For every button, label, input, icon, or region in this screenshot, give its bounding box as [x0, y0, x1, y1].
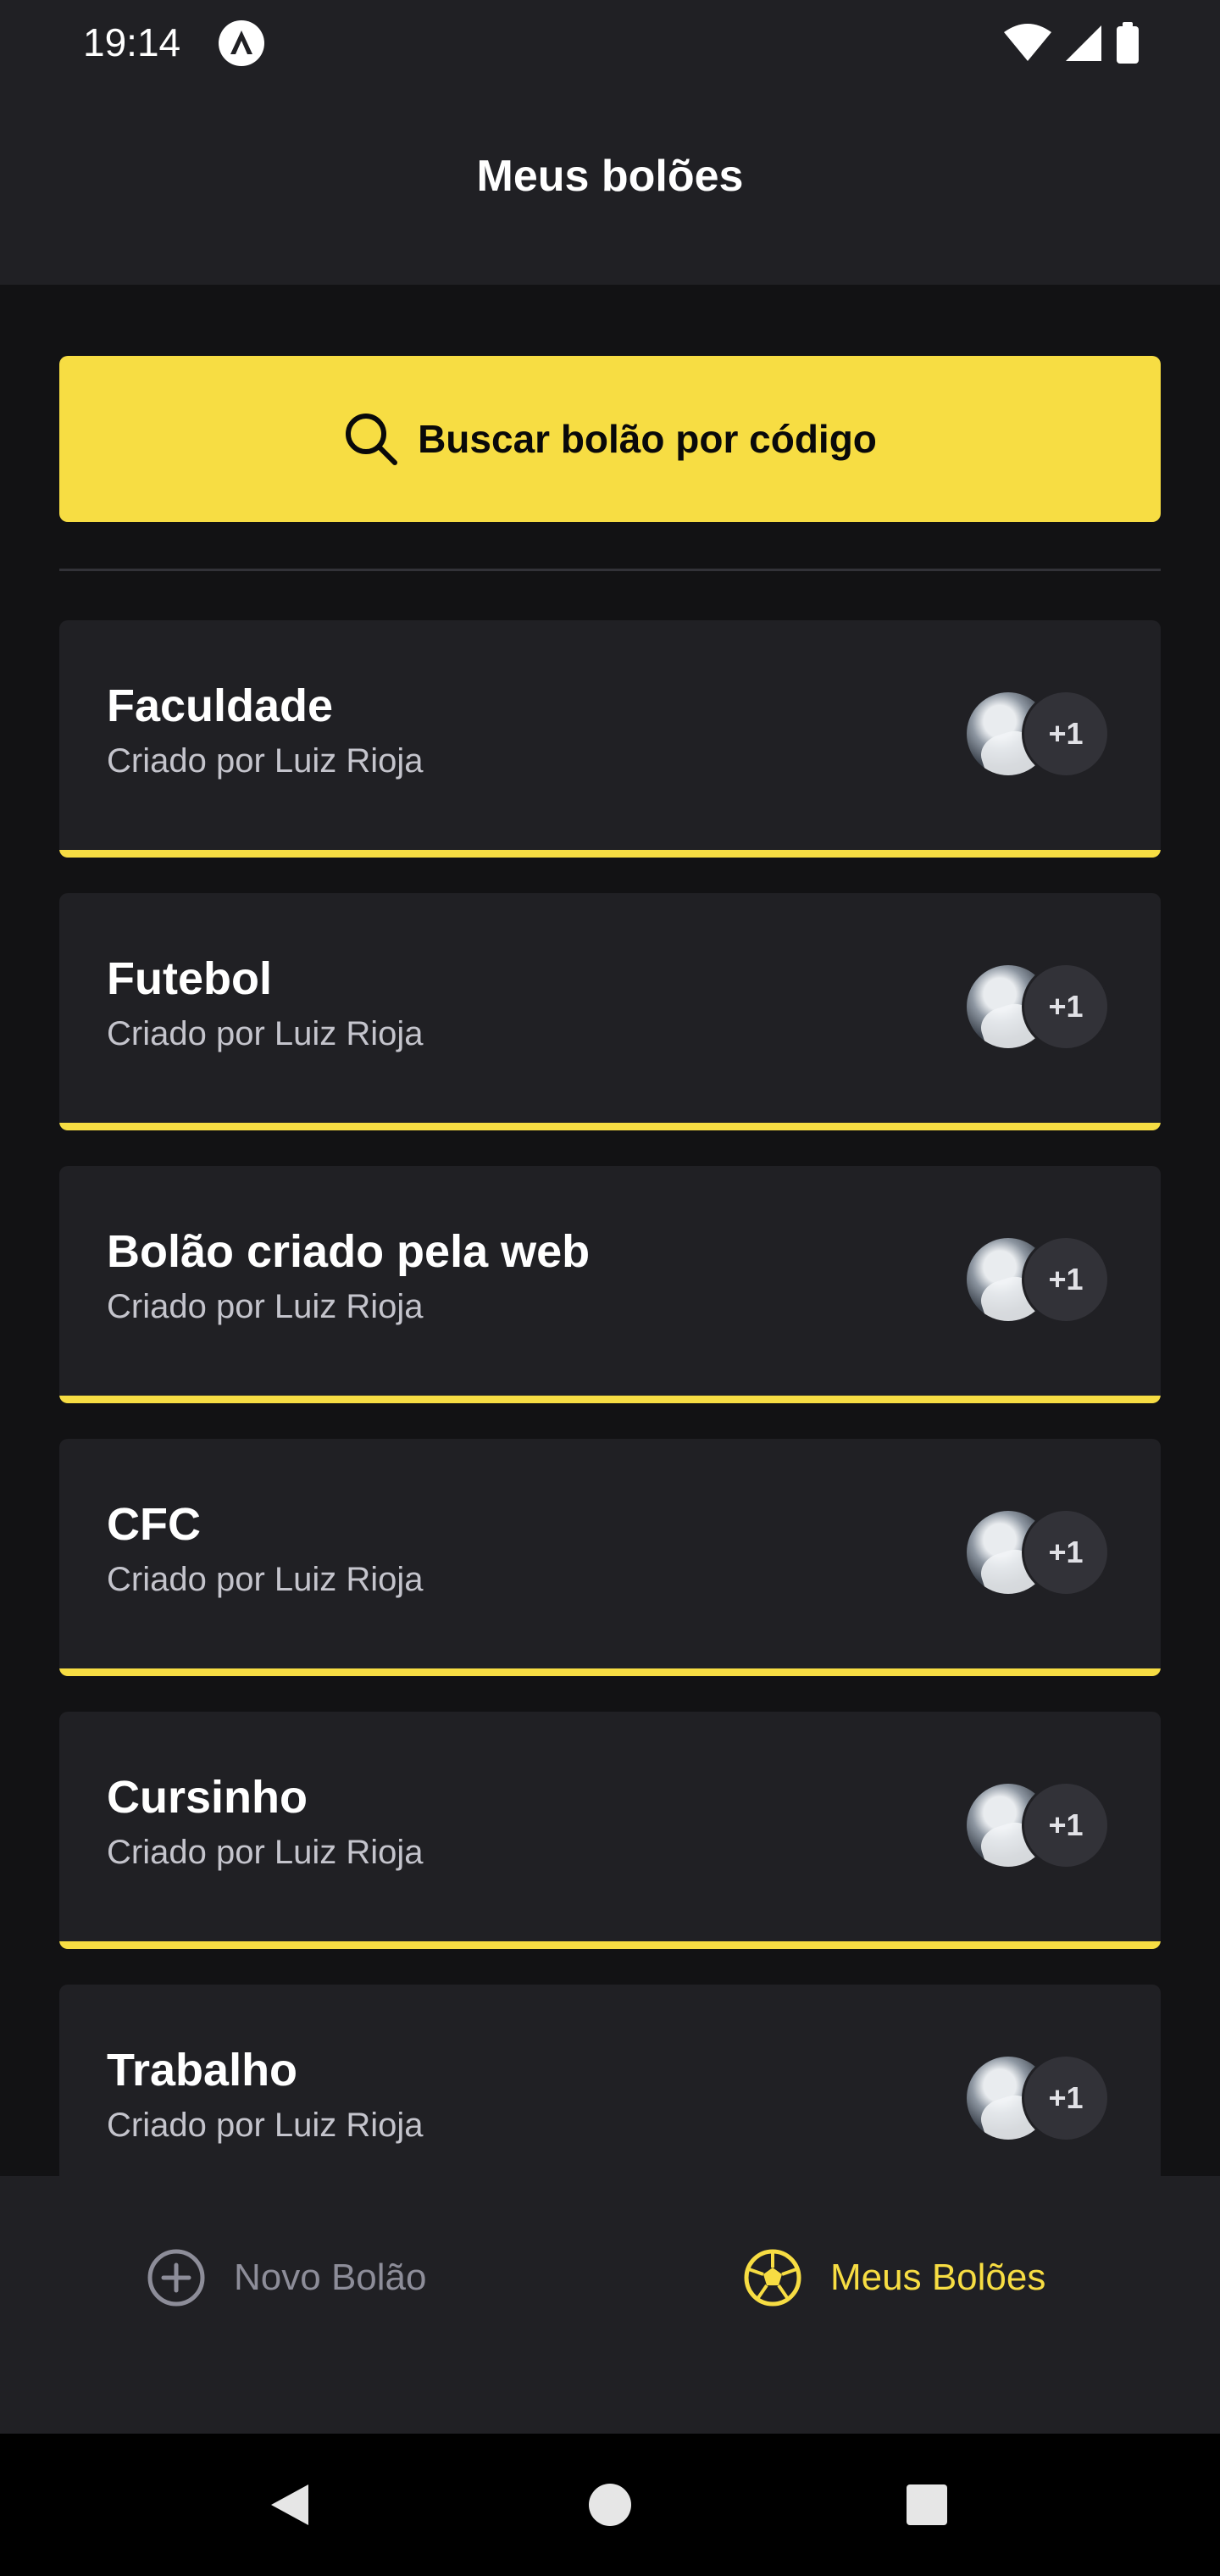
soccer-ball-icon — [744, 2249, 801, 2307]
participants-count: +1 — [1022, 1781, 1110, 1869]
status-icons — [1003, 20, 1140, 66]
status-time: 19:14 — [83, 20, 181, 64]
bottom-tab-bar: Novo Bolão Meus Bolões — [0, 2176, 1220, 2434]
search-pool-button[interactable]: Buscar bolão por código — [59, 356, 1161, 522]
pool-owner: Criado por Luiz Rioja — [107, 2107, 424, 2144]
participants-count: +1 — [1022, 1235, 1110, 1324]
recents-square-icon — [907, 2484, 947, 2525]
participants-group: +1 — [964, 2054, 1110, 2142]
recents-button[interactable] — [876, 2434, 978, 2576]
back-button[interactable] — [239, 2434, 341, 2576]
participants-count: +1 — [1022, 690, 1110, 778]
header: Meus bolões — [0, 85, 1220, 285]
pool-card[interactable]: Trabalho Criado por Luiz Rioja +1 — [59, 1985, 1161, 2176]
pool-owner: Criado por Luiz Rioja — [107, 1015, 424, 1052]
pool-title: Faculdade — [107, 680, 334, 731]
plus-circle-icon — [147, 2249, 205, 2307]
pool-card[interactable]: Bolão criado pela web Criado por Luiz Ri… — [59, 1166, 1161, 1403]
tab-my-pools-label: Meus Bolões — [830, 2257, 1046, 2298]
pool-card[interactable]: CFC Criado por Luiz Rioja +1 — [59, 1439, 1161, 1676]
home-circle-icon — [589, 2484, 631, 2526]
page-title: Meus bolões — [476, 152, 744, 201]
search-pool-label: Buscar bolão por código — [418, 417, 877, 461]
app-notification-icon — [219, 20, 264, 66]
status-bar: 19:14 — [0, 0, 1220, 85]
participants-group: +1 — [964, 1235, 1110, 1324]
search-icon — [346, 414, 398, 465]
divider — [59, 569, 1161, 571]
participants-count: +1 — [1022, 1508, 1110, 1596]
pool-title: Futebol — [107, 953, 272, 1004]
pool-title: Trabalho — [107, 2045, 298, 2096]
pool-owner: Criado por Luiz Rioja — [107, 1288, 424, 1325]
pool-title: CFC — [107, 1499, 201, 1550]
pool-owner: Criado por Luiz Rioja — [107, 742, 424, 780]
pool-list[interactable]: Faculdade Criado por Luiz Rioja +1 Futeb… — [59, 620, 1161, 2176]
wifi-icon — [1004, 24, 1051, 61]
participants-count: +1 — [1022, 963, 1110, 1051]
participants-group: +1 — [964, 690, 1110, 778]
participants-group: +1 — [964, 1508, 1110, 1596]
participants-group: +1 — [964, 963, 1110, 1051]
system-nav-bar — [0, 2434, 1220, 2576]
pool-card[interactable]: Futebol Criado por Luiz Rioja +1 — [59, 893, 1161, 1130]
tab-new-pool-label: Novo Bolão — [234, 2257, 427, 2298]
home-button[interactable] — [559, 2434, 661, 2576]
back-triangle-icon — [271, 2484, 308, 2525]
participants-count: +1 — [1022, 2054, 1110, 2142]
battery-icon — [1117, 22, 1139, 64]
pool-card[interactable]: Faculdade Criado por Luiz Rioja +1 — [59, 620, 1161, 858]
app-screen: 19:14 Meus bolões Buscar bolão por códig… — [0, 0, 1220, 2576]
participants-group: +1 — [964, 1781, 1110, 1869]
pool-owner: Criado por Luiz Rioja — [107, 1561, 424, 1598]
pool-title: Bolão criado pela web — [107, 1226, 591, 1277]
tab-my-pools[interactable]: Meus Bolões — [742, 2176, 1045, 2379]
tab-new-pool[interactable]: Novo Bolão — [146, 2176, 426, 2379]
pool-title: Cursinho — [107, 1772, 308, 1823]
pool-card[interactable]: Cursinho Criado por Luiz Rioja +1 — [59, 1712, 1161, 1949]
signal-icon — [1066, 25, 1101, 61]
pool-owner: Criado por Luiz Rioja — [107, 1834, 424, 1871]
